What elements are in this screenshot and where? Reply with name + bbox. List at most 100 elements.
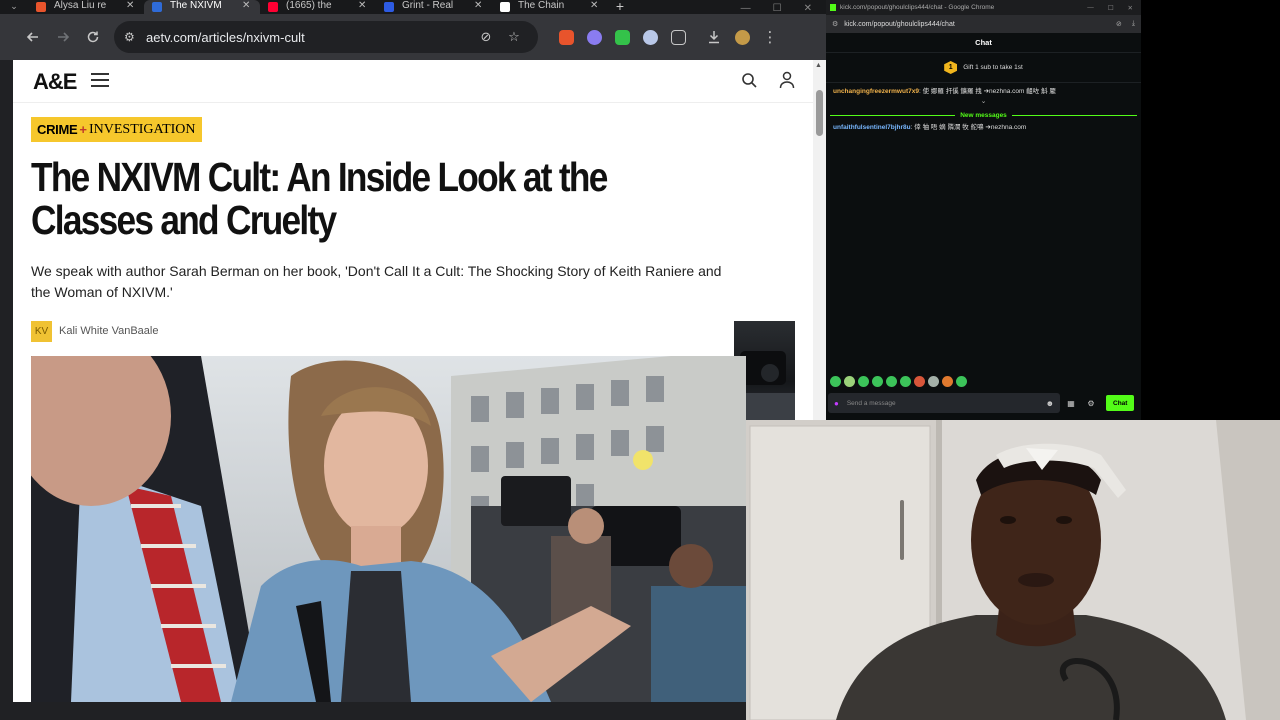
byline: KV Kali White VanBaale: [31, 320, 158, 342]
tab-strip: ⌄ Alysa Liu re ✕ The NXIVM ✕ (1665) the …: [0, 0, 826, 14]
download-icon[interactable]: ⤓: [1132, 20, 1135, 28]
author-name[interactable]: Kali White VanBaale: [59, 325, 158, 337]
chat-username[interactable]: unchangingfreezermwut7x9: [833, 88, 919, 95]
site-logo[interactable]: A&E: [33, 69, 77, 95]
emote-icon[interactable]: [928, 376, 939, 387]
close-tab-icon[interactable]: ✕: [126, 0, 136, 11]
close-tab-icon[interactable]: ✕: [474, 0, 484, 11]
scroll-up-icon[interactable]: ▲: [815, 62, 822, 69]
chat-url-bar[interactable]: ⚙ kick.com/popout/ghoulclips444/chat ⊘ ⤓: [826, 15, 1141, 33]
chat-titlebar: kick.com/popout/ghoulclips444/chat - Goo…: [826, 0, 1141, 15]
menu-icon[interactable]: [91, 73, 109, 87]
extensions-puzzle-icon[interactable]: [664, 23, 692, 51]
emote-icon[interactable]: [914, 376, 925, 387]
tab-title: The Chain: [518, 0, 565, 11]
category-badge[interactable]: CRIME + INVESTIGATION: [31, 117, 202, 142]
tab-2-active[interactable]: The NXIVM ✕: [144, 0, 260, 14]
extension-green-icon[interactable]: [608, 23, 636, 51]
extension-fox-icon[interactable]: [552, 23, 580, 51]
webcam-overlay: [746, 420, 1280, 720]
new-messages-divider: New messages: [830, 109, 1137, 121]
hero-image: [31, 356, 746, 702]
eye-off-icon[interactable]: ⊘: [472, 29, 500, 45]
profile-avatar[interactable]: [728, 23, 756, 51]
kick-logo-icon: [830, 4, 836, 11]
tab-1[interactable]: Alysa Liu re ✕: [28, 0, 144, 14]
chat-window-title: kick.com/popout/ghoulclips444/chat - Goo…: [840, 4, 995, 11]
browser-window: ⌄ Alysa Liu re ✕ The NXIVM ✕ (1665) the …: [0, 0, 826, 720]
new-messages-label: New messages: [960, 111, 1007, 119]
extension-purple-icon[interactable]: [580, 23, 608, 51]
close-window-icon[interactable]: ✕: [1128, 4, 1133, 12]
forward-button[interactable]: [48, 22, 78, 52]
chat-message-text: : 使 娜羅 扞傒 鑛羅 拽 ➔nezhna.com 齟咗 斛 龎: [918, 88, 1056, 95]
chat-username[interactable]: unfaithfulsentinel7bjhr8u: [833, 124, 911, 131]
gift-text: Gift 1 sub to take 1st: [963, 64, 1023, 71]
search-icon[interactable]: [741, 72, 757, 88]
tab-3[interactable]: (1665) the ✕: [260, 0, 376, 14]
bookmark-star-icon[interactable]: ☆: [500, 29, 528, 45]
tab-4[interactable]: Grint - Real ✕: [376, 0, 492, 14]
chat-url-text: kick.com/popout/ghoulclips444/chat: [844, 20, 955, 28]
tab-search-icon[interactable]: ⌄: [0, 0, 28, 14]
close-tab-icon[interactable]: ✕: [242, 0, 252, 11]
tab-title: (1665) the: [286, 0, 332, 11]
chat-header: Chat: [826, 33, 1141, 53]
page-viewport: A&E CRIME + INVESTIGATION The NXIVM Cult…: [13, 60, 813, 702]
chat-send-button[interactable]: Chat: [1106, 395, 1135, 411]
close-tab-icon[interactable]: ✕: [590, 0, 600, 11]
close-window-icon[interactable]: ✕: [804, 3, 812, 14]
article-dek: We speak with author Sarah Berman on her…: [31, 263, 722, 300]
emote-icon[interactable]: [872, 376, 883, 387]
maximize-icon[interactable]: ☐: [773, 3, 782, 14]
back-arrow-icon: [26, 32, 38, 42]
tab-title: Grint - Real: [402, 0, 454, 11]
chat-message-text: : 倖 牰 唔 嫡 隣澗 牧 舵嚊 ➔nezhna.com: [910, 124, 1027, 131]
chevron-down-icon[interactable]: ⌄: [826, 97, 1141, 107]
youtube-icon: [268, 2, 278, 12]
reload-icon: [87, 31, 99, 43]
emote-icon[interactable]: [942, 376, 953, 387]
close-tab-icon[interactable]: ✕: [358, 0, 368, 11]
site-info-icon[interactable]: ⚙: [832, 20, 838, 28]
address-bar[interactable]: ⚙ aetv.com/articles/nxivm-cult ⊘ ☆: [114, 21, 538, 53]
emote-icon[interactable]: [858, 376, 869, 387]
category-crime: CRIME: [37, 122, 78, 137]
maximize-icon[interactable]: ☐: [1108, 4, 1114, 12]
chat-message-input[interactable]: ● Send a message ☻: [828, 393, 1060, 413]
chat-message: unchangingfreezermwut7x9: 使 娜羅 扞傒 鑛羅 拽 ➔…: [826, 87, 1141, 97]
minimize-icon[interactable]: —: [741, 3, 751, 14]
chat-window-controls: — ☐ ✕: [1087, 4, 1141, 12]
scrollbar-thumb[interactable]: [816, 90, 823, 136]
emote-icon[interactable]: [886, 376, 897, 387]
url-text: aetv.com/articles/nxivm-cult: [146, 29, 305, 45]
emote-icon[interactable]: [956, 376, 967, 387]
forward-arrow-icon: [58, 32, 70, 42]
article-headline: The NXIVM Cult: An Inside Look at the Cl…: [31, 154, 608, 243]
back-button[interactable]: [18, 22, 48, 52]
emote-icon[interactable]: [830, 376, 841, 387]
tab-5[interactable]: The Chain ✕: [492, 0, 608, 14]
gift-sub-banner[interactable]: 1 Gift 1 sub to take 1st: [826, 53, 1141, 83]
downloads-icon[interactable]: [700, 23, 728, 51]
eye-off-icon[interactable]: ⊘: [1116, 20, 1122, 28]
site-header: A&E: [13, 60, 813, 102]
minimize-icon[interactable]: —: [1087, 4, 1094, 12]
emote-icon[interactable]: [900, 376, 911, 387]
extension-gem-icon[interactable]: [636, 23, 664, 51]
site-info-icon[interactable]: ⚙: [124, 30, 146, 44]
settings-gear-icon[interactable]: ⚙: [1082, 399, 1100, 408]
new-tab-button[interactable]: +: [608, 0, 632, 14]
gift-badge-icon: 1: [944, 61, 958, 74]
favicon-icon: [384, 2, 394, 12]
favicon-icon: [36, 2, 46, 12]
emote-icon[interactable]: [844, 376, 855, 387]
emoji-icon[interactable]: ☻: [1046, 399, 1054, 408]
chat-message: unfaithfulsentinel7bjhr8u: 倖 牰 唔 嫡 隣澗 牧 …: [826, 123, 1141, 133]
favicon-icon: [152, 2, 162, 12]
mic-icon[interactable]: ●: [834, 399, 839, 408]
user-icon[interactable]: [779, 71, 795, 89]
more-menu-icon[interactable]: ⋮: [756, 23, 784, 51]
reload-button[interactable]: [78, 22, 108, 52]
store-icon[interactable]: ▦: [1062, 399, 1080, 408]
